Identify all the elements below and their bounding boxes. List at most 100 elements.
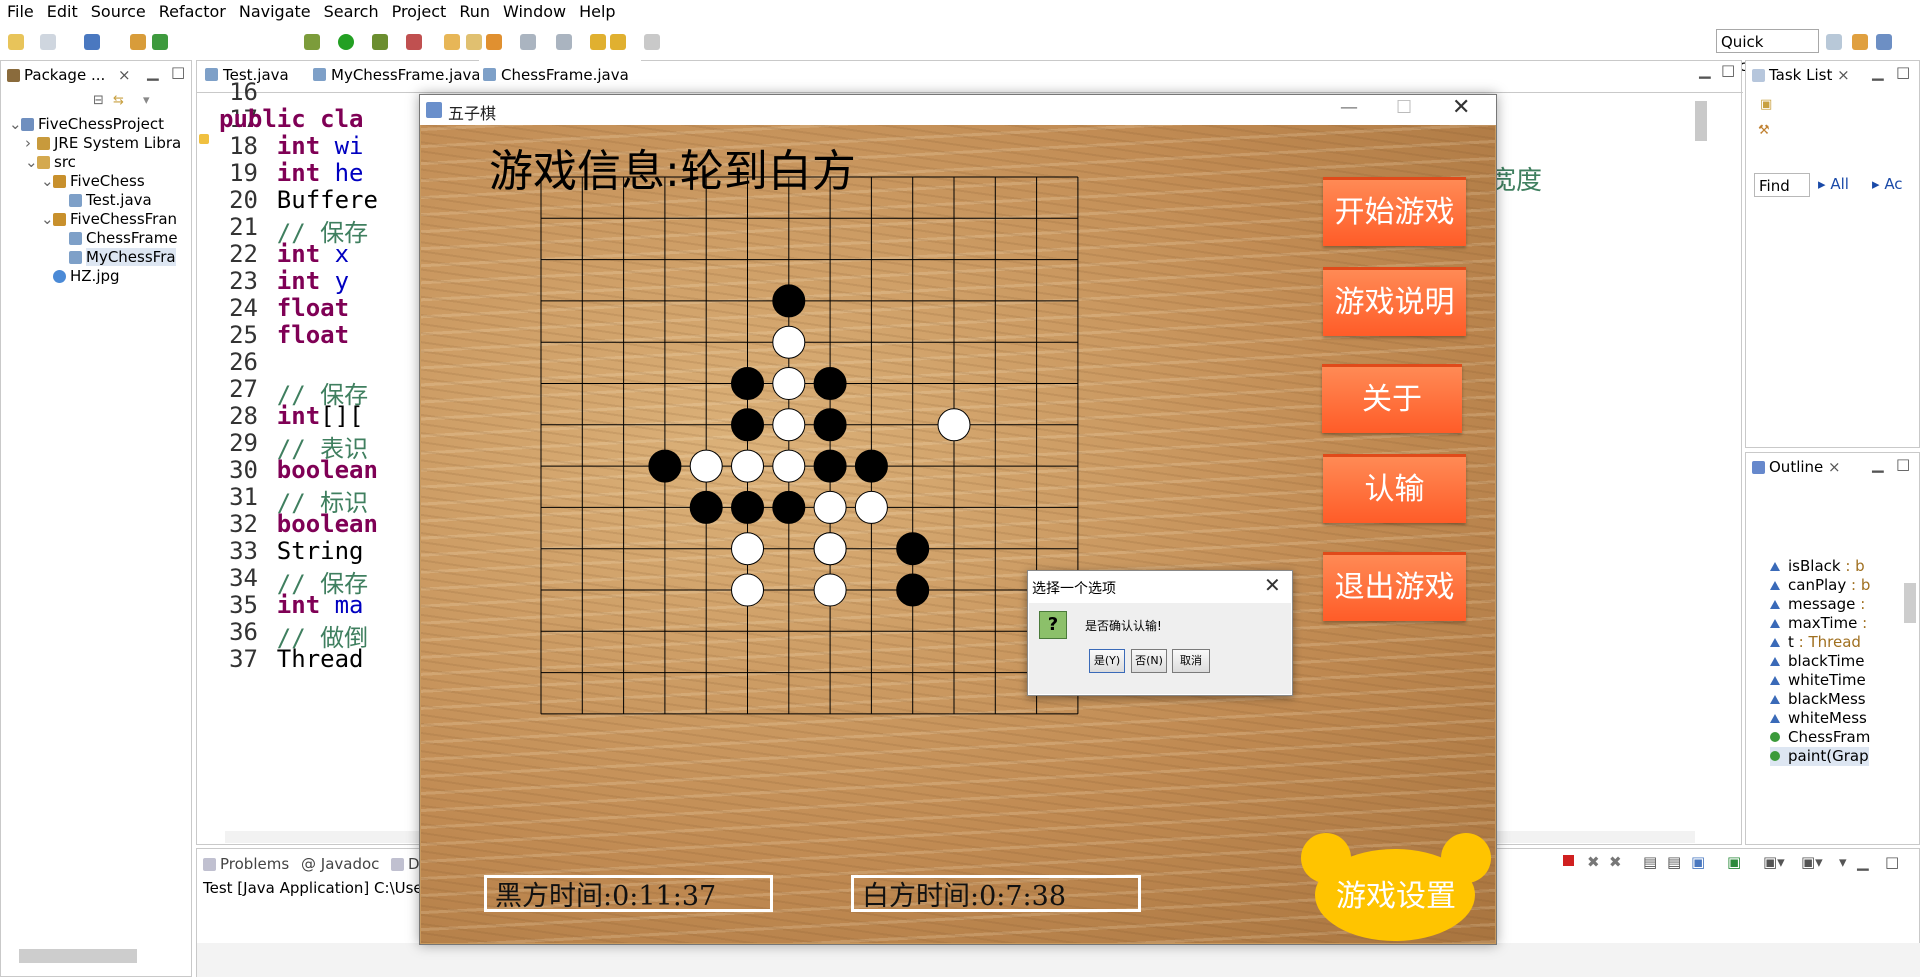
- view-menu-icon[interactable]: ▾: [143, 93, 150, 108]
- dialog-close-button[interactable]: ✕: [1264, 573, 1281, 597]
- game-board-area[interactable]: 游戏信息:轮到白方 开始游戏 游戏说明 关于 认输 退出游戏 游戏设置: [421, 125, 1495, 943]
- outline-item[interactable]: isBlack : b: [1770, 557, 1865, 576]
- show-console-icon[interactable]: ▣: [1691, 853, 1705, 871]
- outline-item[interactable]: t : Thread: [1770, 633, 1861, 652]
- outline-item[interactable]: blackMess: [1770, 690, 1866, 709]
- open-console-icon[interactable]: ▣▾: [1801, 853, 1823, 871]
- outline-item[interactable]: maxTime :: [1770, 614, 1867, 633]
- link-editor-icon[interactable]: ⇆: [113, 93, 124, 108]
- menu-refactor[interactable]: Refactor: [152, 0, 232, 24]
- run-icon[interactable]: [338, 34, 354, 50]
- remove-launch-icon[interactable]: ✖: [1587, 853, 1600, 871]
- package-explorer-tab[interactable]: Package ... ×: [7, 61, 131, 89]
- display-console-icon[interactable]: ▣▾: [1763, 853, 1785, 871]
- start-game-button[interactable]: 开始游戏: [1323, 177, 1466, 246]
- horizontal-scrollbar[interactable]: [19, 949, 137, 963]
- minimize-icon[interactable]: ▁: [1872, 455, 1884, 473]
- filter-activate-link[interactable]: ▸ Ac: [1872, 175, 1903, 193]
- expand-arrow-icon[interactable]: ⌄: [41, 170, 54, 192]
- next-annotation-icon[interactable]: [556, 34, 572, 50]
- cancel-button[interactable]: 取消: [1172, 649, 1210, 673]
- word-wrap-icon[interactable]: ▤: [1667, 853, 1681, 871]
- menu-help[interactable]: Help: [572, 0, 621, 24]
- collapse-all-icon[interactable]: ⊟: [93, 93, 104, 108]
- filter-all-link[interactable]: ▸ All: [1818, 175, 1849, 193]
- window-maximize-button[interactable]: ☐: [1396, 97, 1412, 118]
- build-icon[interactable]: [152, 34, 168, 50]
- last-edit-icon[interactable]: [590, 34, 606, 50]
- java-ee-perspective-icon[interactable]: [1852, 34, 1868, 50]
- menu-navigate[interactable]: Navigate: [232, 0, 317, 24]
- expand-arrow-icon[interactable]: ⌄: [25, 151, 38, 173]
- open-task-icon[interactable]: [466, 34, 482, 50]
- maximize-icon[interactable]: □: [171, 63, 185, 81]
- open-type-icon[interactable]: [444, 34, 460, 50]
- vertical-scrollbar[interactable]: [1695, 101, 1707, 141]
- tab-problems[interactable]: Problems: [203, 855, 289, 873]
- forward-icon[interactable]: [644, 34, 660, 50]
- menu-window[interactable]: Window: [496, 0, 572, 24]
- menu-file[interactable]: File: [0, 0, 40, 24]
- outline-item[interactable]: blackTime: [1770, 652, 1865, 671]
- outline-tab[interactable]: Outline ×: [1752, 453, 1841, 481]
- minimize-icon[interactable]: ▁: [1857, 853, 1869, 871]
- coverage-icon[interactable]: [372, 34, 388, 50]
- print-icon[interactable]: [84, 34, 100, 50]
- task-list-tab[interactable]: Task List ×: [1752, 61, 1850, 89]
- minimize-icon[interactable]: ▁: [147, 63, 159, 81]
- outline-item[interactable]: canPlay : b: [1770, 576, 1870, 595]
- outline-item[interactable]: whiteTime: [1770, 671, 1866, 690]
- window-close-button[interactable]: ✕: [1452, 95, 1470, 120]
- package-icon[interactable]: [130, 34, 146, 50]
- yes-button[interactable]: 是(Y): [1089, 649, 1125, 673]
- menu-run[interactable]: Run: [452, 0, 496, 24]
- annotation-icon[interactable]: [520, 34, 536, 50]
- outline-item[interactable]: ChessFram: [1770, 728, 1870, 747]
- outline-item[interactable]: whiteMess: [1770, 709, 1867, 728]
- menu-source[interactable]: Source: [84, 0, 152, 24]
- minimize-icon[interactable]: ▁: [1872, 63, 1884, 81]
- editor-minimize-icon[interactable]: ▁: [1699, 61, 1711, 79]
- maximize-icon[interactable]: □: [1896, 455, 1910, 473]
- surrender-button[interactable]: 认输: [1323, 454, 1466, 523]
- new-icon[interactable]: [8, 34, 24, 50]
- menu-project[interactable]: Project: [385, 0, 453, 24]
- external-tools-icon[interactable]: [406, 34, 422, 50]
- go-board[interactable]: [421, 125, 1495, 943]
- quick-access-input[interactable]: Quick Access: [1716, 29, 1819, 75]
- save-icon[interactable]: [40, 34, 56, 50]
- perspective-icon[interactable]: [1826, 34, 1842, 50]
- java-perspective-icon[interactable]: [1876, 34, 1892, 50]
- game-rules-button[interactable]: 游戏说明: [1323, 267, 1466, 336]
- menu-edit[interactable]: Edit: [40, 0, 84, 24]
- scroll-lock-icon[interactable]: ▤: [1643, 853, 1657, 871]
- outline-item[interactable]: message :: [1770, 595, 1865, 614]
- debug-icon[interactable]: [304, 34, 320, 50]
- window-minimize-button[interactable]: —: [1340, 97, 1358, 118]
- outline-scrollbar[interactable]: [1904, 583, 1916, 623]
- tab-mychessframe-java[interactable]: MyChessFrame.java: [309, 60, 481, 90]
- remove-all-icon[interactable]: ✖: [1609, 853, 1622, 871]
- pin-console-icon[interactable]: ▣: [1727, 853, 1741, 871]
- expand-arrow-icon[interactable]: ⌄: [41, 208, 54, 230]
- maximize-icon[interactable]: □: [1896, 63, 1910, 81]
- new-task-icon[interactable]: ▣: [1760, 97, 1772, 112]
- tab-chessframe-java[interactable]: ChessFrame.java ×: [479, 60, 641, 114]
- categorize-icon[interactable]: ⚒: [1758, 123, 1770, 138]
- outline-item[interactable]: paint(Grap: [1770, 747, 1869, 766]
- tree-item[interactable]: HZ.jpg: [41, 265, 120, 287]
- game-settings-button[interactable]: 游戏设置: [1301, 833, 1491, 943]
- exit-game-button[interactable]: 退出游戏: [1323, 552, 1466, 621]
- menu-search[interactable]: Search: [317, 0, 385, 24]
- terminate-icon[interactable]: [1563, 855, 1574, 866]
- back-icon[interactable]: [610, 34, 626, 50]
- task-find-input[interactable]: Find: [1754, 173, 1810, 197]
- console-horizontal-scrollbar[interactable]: [197, 943, 1920, 977]
- search-tool-icon[interactable]: [486, 34, 502, 50]
- console-view-menu-icon[interactable]: ▾: [1839, 853, 1847, 871]
- maximize-icon[interactable]: □: [1885, 853, 1899, 871]
- editor-maximize-icon[interactable]: □: [1721, 61, 1735, 79]
- no-button[interactable]: 否(N): [1131, 649, 1167, 673]
- close-icon[interactable]: ×: [118, 66, 131, 84]
- expand-arrow-icon[interactable]: ⌄: [9, 113, 22, 135]
